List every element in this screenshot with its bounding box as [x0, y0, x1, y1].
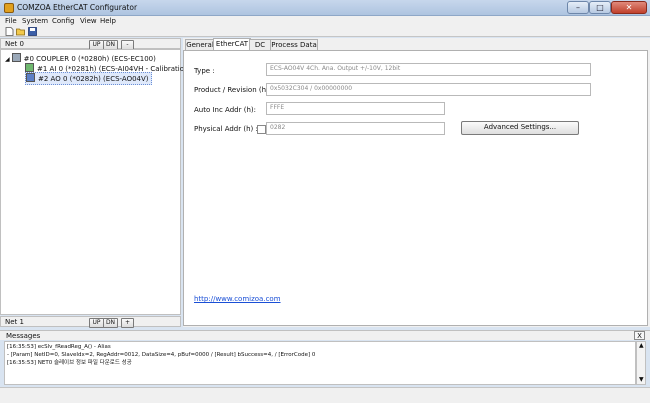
menu-view[interactable]: View — [80, 16, 97, 26]
maximize-button[interactable]: □ — [589, 1, 611, 14]
messages-scrollbar[interactable]: ▲ ▼ — [636, 341, 646, 385]
net1-down-button[interactable]: DN — [103, 318, 118, 328]
net1-up-button[interactable]: UP — [89, 318, 104, 328]
net0-label: Net 0 — [5, 40, 24, 48]
scroll-up-icon[interactable]: ▲ — [639, 342, 644, 349]
collapse-arrow-icon[interactable]: ◢ — [5, 56, 10, 63]
messages-log: [16:35:53] ecSlv_fReadReg_A() - Alias - … — [4, 341, 636, 385]
physical-addr-label: Physical Addr (h) : — [194, 125, 258, 133]
scroll-down-icon[interactable]: ▼ — [639, 376, 644, 383]
messages-close-button[interactable]: X — [634, 331, 645, 340]
save-icon[interactable] — [28, 27, 37, 36]
log-line: [16:35:53] ecSlv_fReadReg_A() - Alias — [7, 344, 111, 350]
type-field[interactable]: ECS-AO04V 4Ch. Ana. Output +/-10V, 12bit — [266, 63, 591, 76]
title-bar: COMZOA EtherCAT Configurator – □ ✕ — [0, 0, 650, 16]
tree-node-label: #0 COUPLER 0 (*0280h) (ECS-EC100) — [23, 55, 156, 63]
ethercat-tab-content: Type : ECS-AO04V 4Ch. Ana. Output +/-10V… — [183, 50, 648, 326]
menu-bar: File System Config View Help — [0, 16, 650, 26]
product-revision-field[interactable]: 0x5032C304 / 0x00000000 — [266, 83, 591, 96]
website-link[interactable]: http://www.comizoa.com — [194, 295, 281, 303]
advanced-settings-button[interactable]: Advanced Settings... — [461, 121, 579, 135]
type-label: Type : — [194, 67, 215, 75]
minimize-button[interactable]: – — [567, 1, 589, 14]
module-icon — [26, 73, 35, 82]
log-line: [16:35:53] NET0 슬레이브 정보 파일 다운로드 성공 — [7, 360, 132, 366]
messages-title: Messages — [6, 332, 41, 340]
physical-addr-field[interactable]: 0282 — [266, 122, 445, 135]
menu-help[interactable]: Help — [100, 16, 116, 26]
net1-expand-button[interactable]: + — [121, 318, 134, 328]
auto-inc-addr-label: Auto Inc Addr (h): — [194, 106, 256, 114]
menu-file[interactable]: File — [5, 16, 17, 26]
new-file-icon[interactable] — [5, 27, 14, 36]
device-tree: ◢ #0 COUPLER 0 (*0280h) (ECS-EC100) #1 AI… — [0, 49, 191, 315]
messages-header: Messages — [0, 330, 650, 340]
menu-config[interactable]: Config — [52, 16, 74, 26]
properties-pane: General EtherCAT DC Process Data Type : … — [183, 38, 650, 327]
close-button[interactable]: ✕ — [611, 1, 647, 14]
status-bar — [0, 387, 650, 403]
module-icon — [25, 63, 34, 72]
tree-node-label: #2 AO 0 (*0282h) (ECS-AO04V) — [38, 75, 149, 83]
tree-node-ao-selected[interactable]: #2 AO 0 (*0282h) (ECS-AO04V) — [25, 72, 152, 85]
log-line: - [Param] NetID=0, SlaveIdx=2, RegAddr=0… — [7, 352, 316, 358]
net1-header: Net 1 UP DN + — [0, 316, 181, 328]
net1-label: Net 1 — [5, 318, 24, 326]
toolbar — [0, 26, 650, 37]
window-title: COMZOA EtherCAT Configurator — [17, 3, 138, 12]
auto-inc-addr-field[interactable]: FFFE — [266, 102, 445, 115]
menu-system[interactable]: System — [22, 16, 48, 26]
product-revision-label: Product / Revision (h) : — [194, 86, 274, 94]
physical-addr-checkbox[interactable] — [257, 125, 266, 134]
coupler-icon — [11, 53, 21, 62]
open-folder-icon[interactable] — [16, 27, 25, 36]
app-icon — [4, 3, 14, 13]
net0-header: Net 0 UP DN - — [0, 38, 181, 50]
